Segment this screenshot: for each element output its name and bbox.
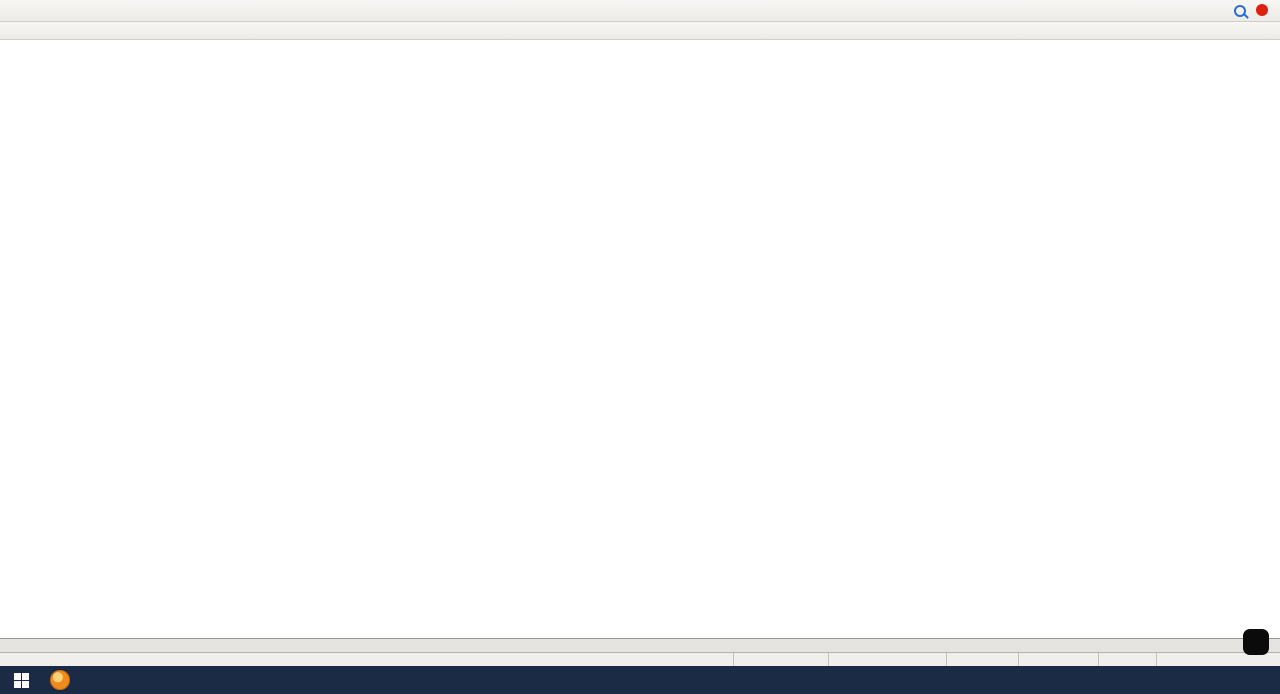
taskbar-browser[interactable] bbox=[42, 666, 78, 694]
windows-logo-icon bbox=[14, 673, 29, 688]
notification-badge[interactable] bbox=[1256, 4, 1268, 16]
search-icon[interactable] bbox=[1234, 5, 1246, 17]
start-button[interactable] bbox=[0, 666, 42, 694]
toolbar-tools bbox=[0, 22, 1280, 40]
chart-tabs-bar bbox=[0, 638, 1280, 653]
toolbar-main bbox=[0, 0, 1280, 22]
chart-title bbox=[3, 42, 6, 52]
chart-canvas[interactable] bbox=[0, 40, 1280, 638]
status-open bbox=[946, 653, 1018, 667]
watermark bbox=[1243, 629, 1274, 655]
status-help bbox=[0, 653, 733, 667]
browser-icon bbox=[50, 670, 70, 690]
status-datetime bbox=[828, 653, 946, 667]
watermark-logo bbox=[1243, 629, 1269, 655]
status-bar bbox=[0, 652, 1280, 667]
status-high bbox=[1018, 653, 1098, 667]
chart-window bbox=[0, 40, 1280, 638]
status-low bbox=[1098, 653, 1156, 667]
status-close bbox=[1156, 653, 1280, 667]
taskbar bbox=[0, 666, 1280, 694]
status-profile[interactable] bbox=[733, 653, 828, 667]
